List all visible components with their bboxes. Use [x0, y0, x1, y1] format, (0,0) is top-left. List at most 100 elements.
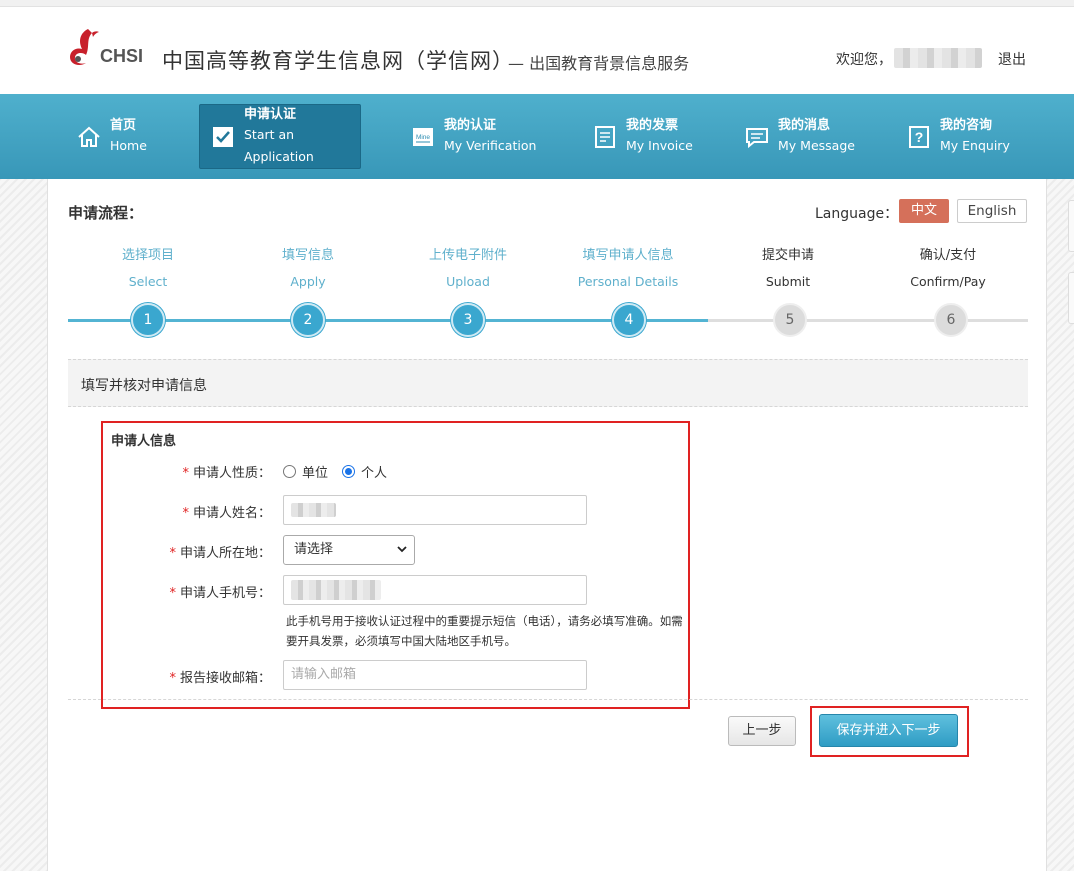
username-redacted: [894, 48, 982, 68]
step-circle-6: 6: [934, 303, 968, 337]
applicant-type-label: * 申请人性质：: [71, 462, 271, 481]
checkbox-icon: [213, 126, 233, 147]
location-select[interactable]: 请选择: [283, 535, 415, 565]
right-edge-tab[interactable]: [1068, 200, 1074, 252]
section-header: 填写并核对申请信息: [68, 359, 1028, 407]
step-upload: 上传电子附件 Upload: [408, 248, 528, 290]
step-circle-3: 3: [451, 303, 485, 337]
previous-step-button[interactable]: 上一步: [728, 716, 796, 746]
mine-icon: Mine: [413, 127, 433, 146]
right-edge-tab[interactable]: [1068, 272, 1074, 324]
nav-en-label: Home: [110, 137, 147, 153]
language-label: Language：: [815, 206, 899, 222]
name-redacted: [291, 502, 336, 517]
step-circle-4: 4: [612, 303, 646, 337]
nav-item-home[interactable]: 首页 Home: [66, 104, 186, 169]
applicant-type-label-text: 申请人性质：: [192, 466, 271, 481]
applicant-phone-label-text: 申请人手机号：: [179, 586, 271, 601]
chevron-down-icon: [397, 546, 407, 553]
form-divider: [68, 699, 1028, 700]
svg-text:Mine: Mine: [416, 134, 430, 141]
step-apply: 填写信息 Apply: [248, 248, 368, 290]
radio-organization[interactable]: [283, 465, 296, 478]
step-label-cn: 提交申请: [761, 248, 814, 263]
step-submit: 提交申请 Submit: [728, 248, 848, 290]
nav-en-label: My Enquiry: [940, 137, 1010, 153]
nav-en-label: My Invoice: [626, 137, 693, 153]
radio-individual-label[interactable]: 个人: [361, 462, 387, 481]
nav-cn-label: 我的咨询: [940, 117, 993, 133]
applicant-location-label: * 申请人所在地：: [71, 542, 271, 561]
browser-top-strip: [0, 0, 1074, 7]
step-confirm-pay: 确认/支付 Confirm/Pay: [888, 248, 1008, 290]
radio-individual[interactable]: [342, 465, 356, 478]
applicant-name-label-text: 申请人姓名：: [192, 506, 271, 521]
step-label-cn: 选择项目: [121, 248, 174, 263]
step-label-en: Confirm/Pay: [910, 274, 986, 289]
step-label-cn: 填写申请人信息: [582, 248, 674, 263]
applicant-info-title: 申请人信息: [111, 434, 177, 449]
process-title: 申请流程：: [68, 204, 144, 222]
main-nav: 首页 Home 申请认证 Start an Application Mine 我的认…: [0, 94, 1074, 179]
nav-cn-label: 我的认证: [444, 117, 497, 133]
required-mark: *: [169, 546, 176, 561]
message-icon: [746, 127, 768, 148]
step-label-cn: 填写信息: [281, 248, 334, 263]
step-circle-1: 1: [131, 303, 165, 337]
applicant-name-input[interactable]: [283, 495, 587, 525]
phone-hint-text: 此手机号用于接收认证过程中的重要提示短信（电话），请务必填写准确。如需要开具发票…: [286, 614, 683, 648]
svg-text:?: ?: [915, 129, 924, 145]
step-label-en: Upload: [446, 274, 490, 289]
nav-item-enquiry[interactable]: ? 我的咨询 My Enquiry: [896, 104, 1026, 169]
location-select-value: 请选择: [294, 542, 334, 557]
site-header: CHSI 中国高等教育学生信息网（学信网） — 出国教育背景信息服务 欢迎您， …: [0, 7, 1074, 94]
nav-en-label: Start an Application: [244, 126, 314, 164]
step-label-en: Submit: [765, 274, 811, 289]
step-select: 选择项目 Select: [88, 248, 208, 290]
required-mark: *: [182, 466, 189, 481]
nav-cn-label: 我的消息: [778, 117, 831, 133]
applicant-phone-label: * 申请人手机号：: [71, 582, 271, 601]
right-edge-tabs: [1068, 200, 1074, 344]
site-subtitle: — 出国教育背景信息服务: [508, 54, 690, 73]
left-background-pattern: [0, 178, 47, 871]
logout-link[interactable]: 退出: [998, 49, 1026, 69]
save-and-next-button[interactable]: 保存并进入下一步: [819, 714, 958, 747]
step-label-cn: 确认/支付: [919, 248, 977, 263]
nav-item-invoice[interactable]: 我的发票 My Invoice: [582, 104, 712, 169]
applicant-name-label: * 申请人姓名：: [71, 502, 271, 521]
step-label-en: Apply: [290, 274, 326, 289]
nav-item-message[interactable]: 我的消息 My Message: [734, 104, 874, 169]
applicant-location-label-text: 申请人所在地：: [179, 546, 271, 561]
chsi-logo[interactable]: CHSI: [66, 27, 143, 71]
nav-en-label: My Message: [778, 137, 855, 153]
question-icon: ?: [909, 125, 929, 148]
nav-cn-label: 申请认证: [244, 106, 297, 122]
welcome-text: 欢迎您，: [836, 52, 892, 68]
applicant-type-radio-group: 单位 个人: [283, 462, 401, 481]
language-english-button[interactable]: English: [957, 199, 1027, 223]
report-email-label: * 报告接收邮箱：: [71, 667, 271, 686]
report-email-label-text: 报告接收邮箱：: [179, 671, 271, 686]
step-circle-2: 2: [291, 303, 325, 337]
language-chinese-button[interactable]: 中文: [899, 199, 949, 223]
logo-text: CHSI: [100, 45, 144, 66]
report-email-input[interactable]: 请输入邮箱: [283, 660, 587, 690]
nav-cn-label: 我的发票: [626, 117, 679, 133]
step-label-en: Select: [128, 274, 168, 289]
phone-redacted: [291, 579, 381, 600]
nav-en-label: My Verification: [444, 137, 537, 153]
invoice-icon: [595, 125, 615, 148]
step-circle-5: 5: [773, 303, 807, 337]
nav-cn-label: 首页: [110, 117, 137, 133]
content-panel: 申请流程： Language： 中文 English 选择项目 Select 填…: [47, 179, 1047, 871]
nav-item-verification[interactable]: Mine 我的认证 My Verification: [400, 104, 550, 169]
required-mark: *: [169, 586, 176, 601]
step-label-en: Personal Details: [577, 274, 679, 289]
required-mark: *: [169, 671, 176, 686]
radio-organization-label[interactable]: 单位: [302, 462, 328, 481]
required-mark: *: [182, 506, 189, 521]
nav-item-application[interactable]: 申请认证 Start an Application: [199, 104, 361, 169]
applicant-phone-input[interactable]: [283, 575, 587, 605]
step-progress-todo: [708, 319, 1028, 322]
